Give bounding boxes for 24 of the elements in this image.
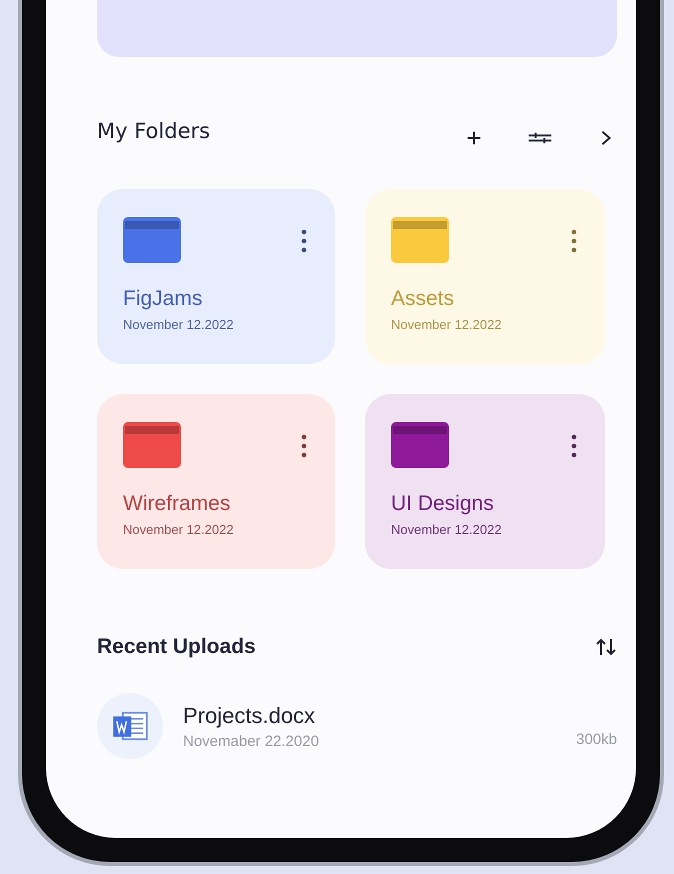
folder-name: Assets xyxy=(391,287,456,311)
more-icon[interactable] xyxy=(301,229,307,253)
file-size: 300kb xyxy=(576,730,617,748)
folder-date: November 12.2022 xyxy=(123,317,235,332)
folder-date: November 12.2022 xyxy=(391,317,503,332)
folder-card[interactable]: Wireframes November 12.2022 xyxy=(97,394,335,569)
folder-name: Wireframes xyxy=(123,492,232,516)
file-row[interactable]: Projects.docx Novemaber 22.2020 300kb xyxy=(97,693,617,759)
section-title: Recent Uploads xyxy=(97,635,256,659)
folder-date: November 12.2022 xyxy=(391,522,503,537)
file-name: Projects.docx xyxy=(183,702,316,728)
more-icon[interactable] xyxy=(571,434,577,458)
more-icon[interactable] xyxy=(301,434,307,458)
section-title: My Folders xyxy=(97,119,210,143)
folder-name: FigJams xyxy=(123,287,204,311)
folder-name: UI Designs xyxy=(391,492,495,516)
folder-card[interactable]: FigJams November 12.2022 xyxy=(97,189,335,364)
sort-icon[interactable] xyxy=(595,637,617,657)
folder-card[interactable]: Assets November 12.2022 xyxy=(365,189,605,364)
folder-date: November 12.2022 xyxy=(123,522,235,537)
file-date: Novemaber 22.2020 xyxy=(183,732,320,750)
more-icon[interactable] xyxy=(571,229,577,253)
folder-card[interactable]: UI Designs November 12.2022 xyxy=(365,394,605,569)
add-icon[interactable] xyxy=(465,129,483,147)
